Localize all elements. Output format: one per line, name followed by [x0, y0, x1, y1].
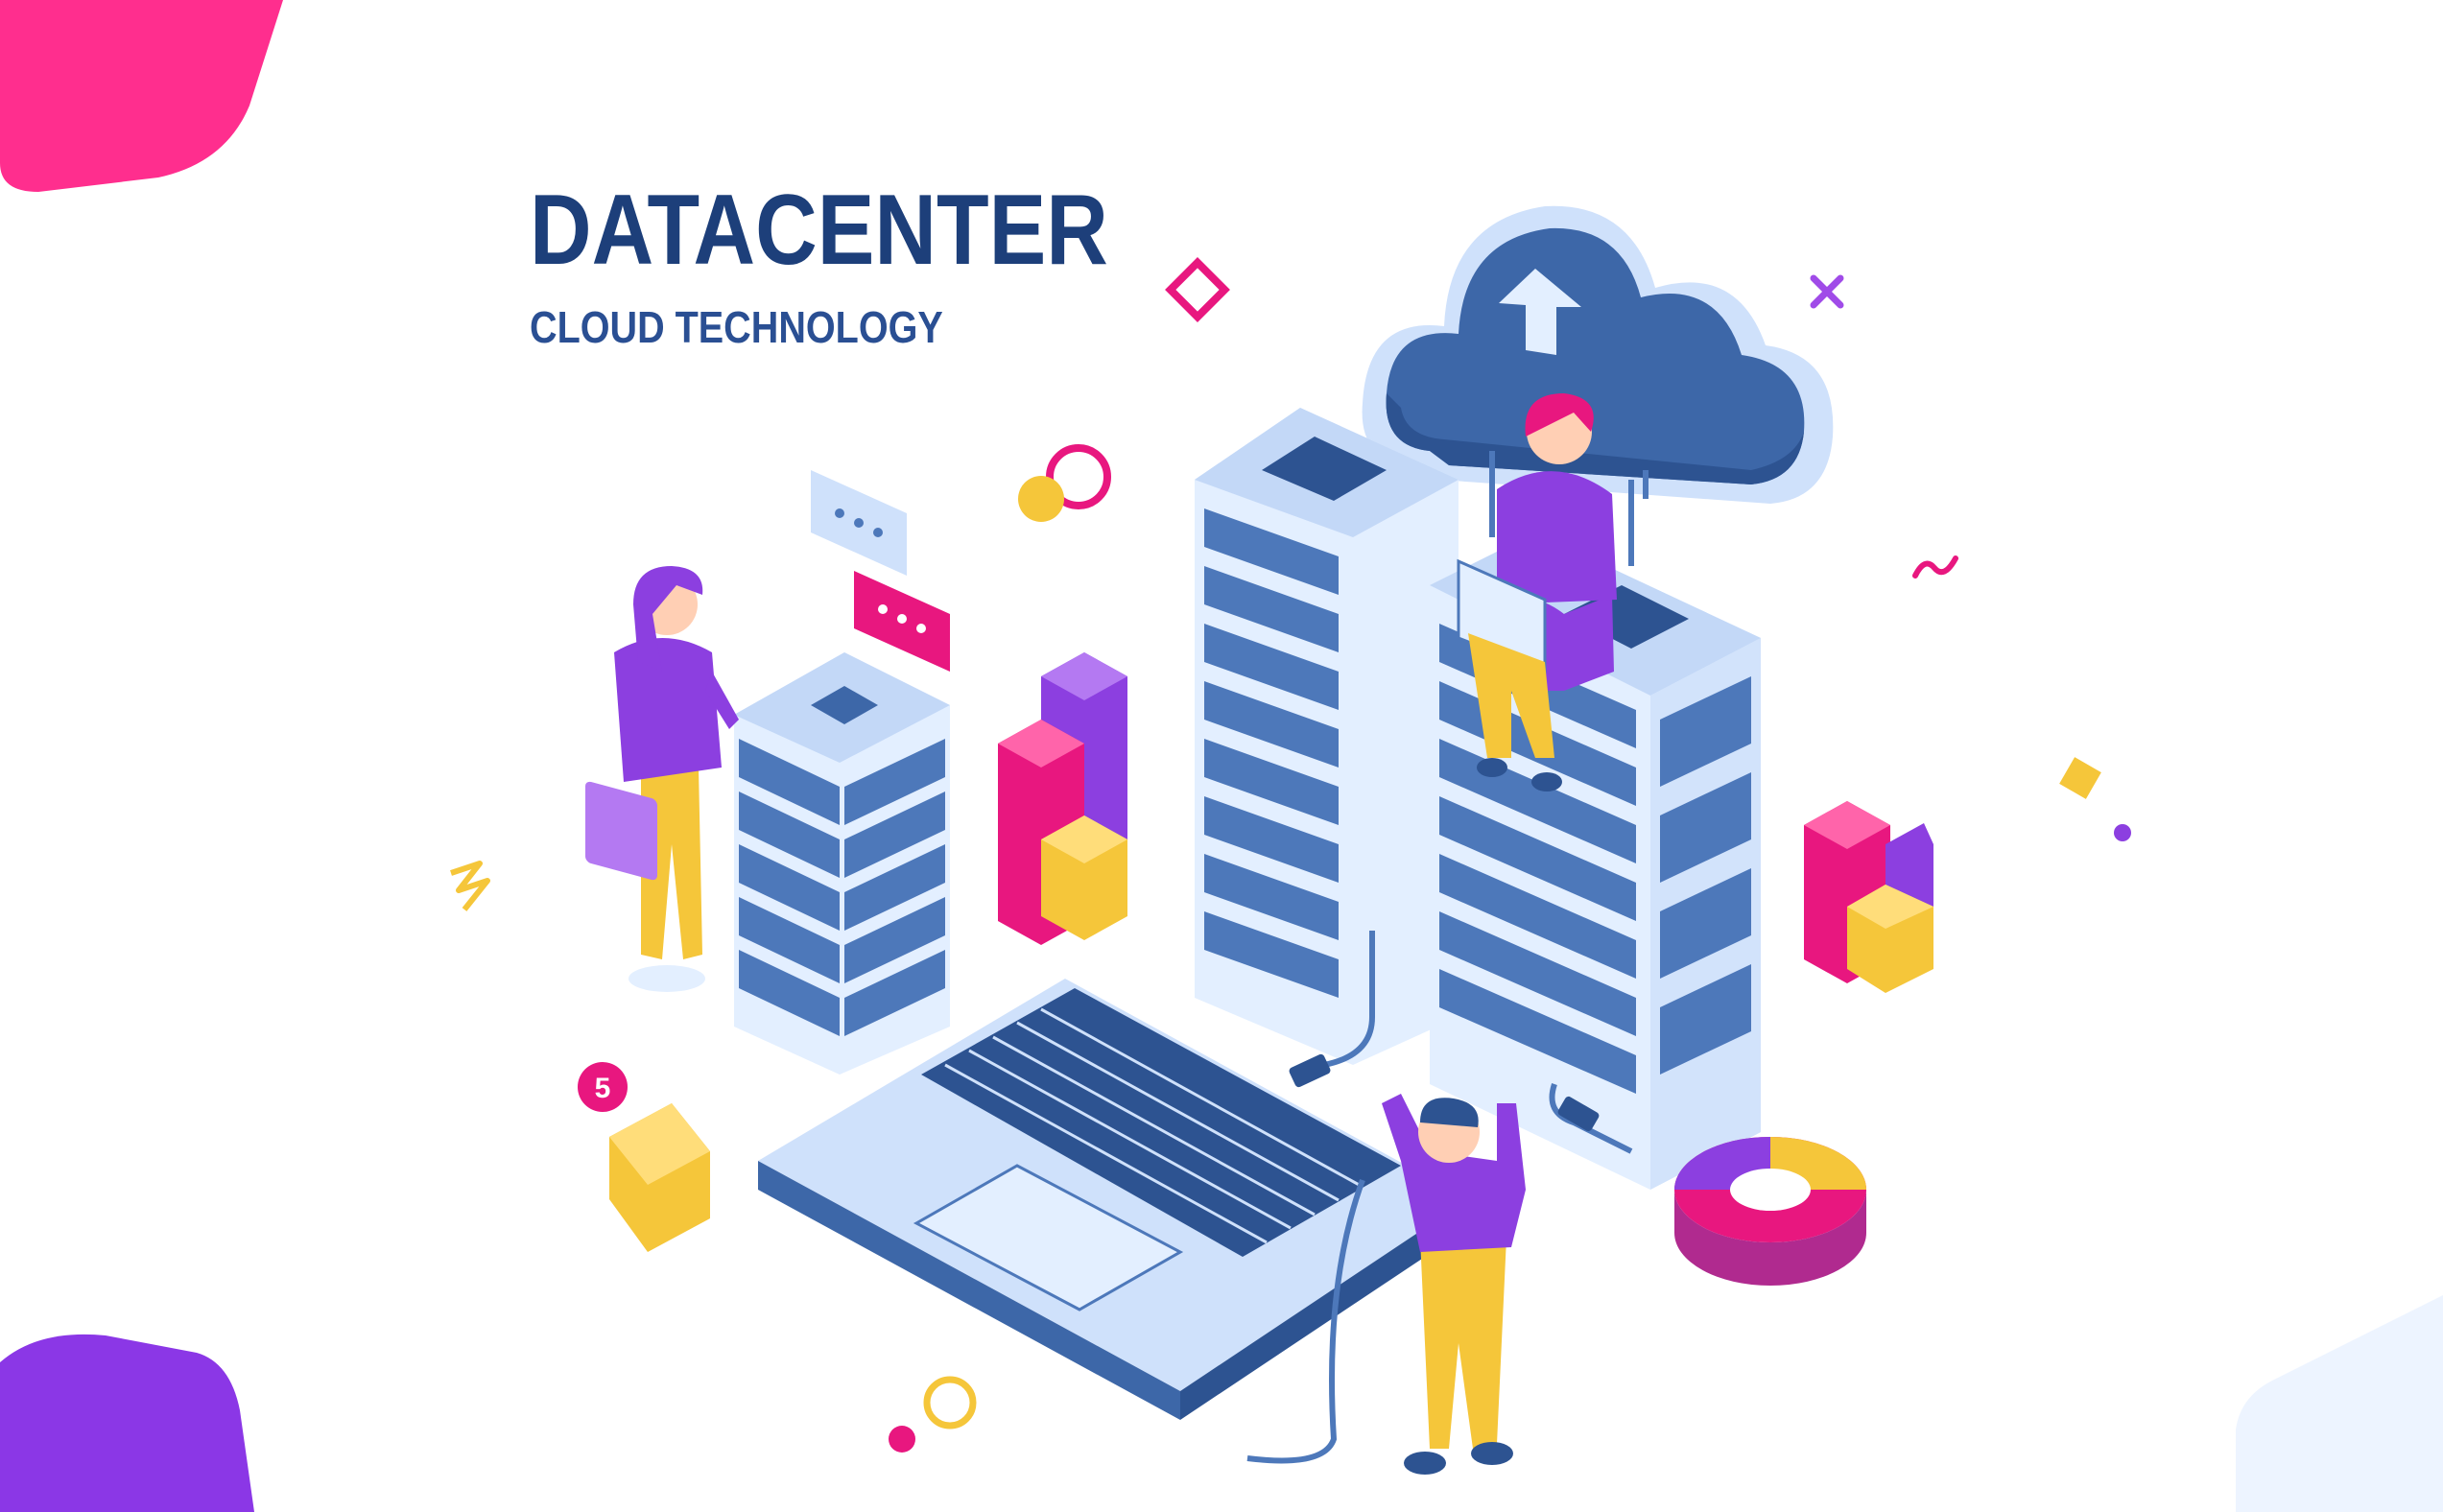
pale-corner-blob: [2236, 1295, 2443, 1512]
page-title: DATACENTER: [530, 175, 1108, 286]
magenta-squiggle: [1912, 555, 1958, 579]
purple-x-mark: [1810, 274, 1844, 309]
yellow-dot: [1018, 476, 1064, 522]
illustration-scene: 5: [0, 0, 2443, 1512]
page-subtitle: CLOUD TECHNOLOGY: [530, 302, 943, 352]
pie-chart-icon: [1674, 1137, 1866, 1286]
magenta-dot: [889, 1426, 915, 1453]
yellow-ring: [923, 1376, 977, 1429]
magenta-diamond-outline: [1165, 257, 1230, 322]
yellow-zigzag: [450, 861, 490, 911]
man-plugging-cable-figure: [1382, 1094, 1526, 1475]
yellow-diamond: [2059, 757, 2101, 799]
woman-with-folder-figure: [585, 566, 739, 992]
purple-dot: [2114, 824, 2131, 841]
mail-badge-count: 5: [595, 1073, 611, 1104]
server-rack-icon: [1195, 408, 1459, 1065]
violet-corner-blob: [0, 1334, 254, 1512]
mail-icon: 5: [578, 1062, 710, 1252]
pink-corner-blob: [0, 0, 283, 192]
bar-chart-icon: [1804, 801, 1933, 993]
chat-bubble-icon: [811, 470, 950, 672]
bar-chart-icon: [998, 652, 1127, 945]
cloud-upload-icon: [1362, 205, 1834, 504]
server-stack-icon: [734, 652, 950, 1075]
